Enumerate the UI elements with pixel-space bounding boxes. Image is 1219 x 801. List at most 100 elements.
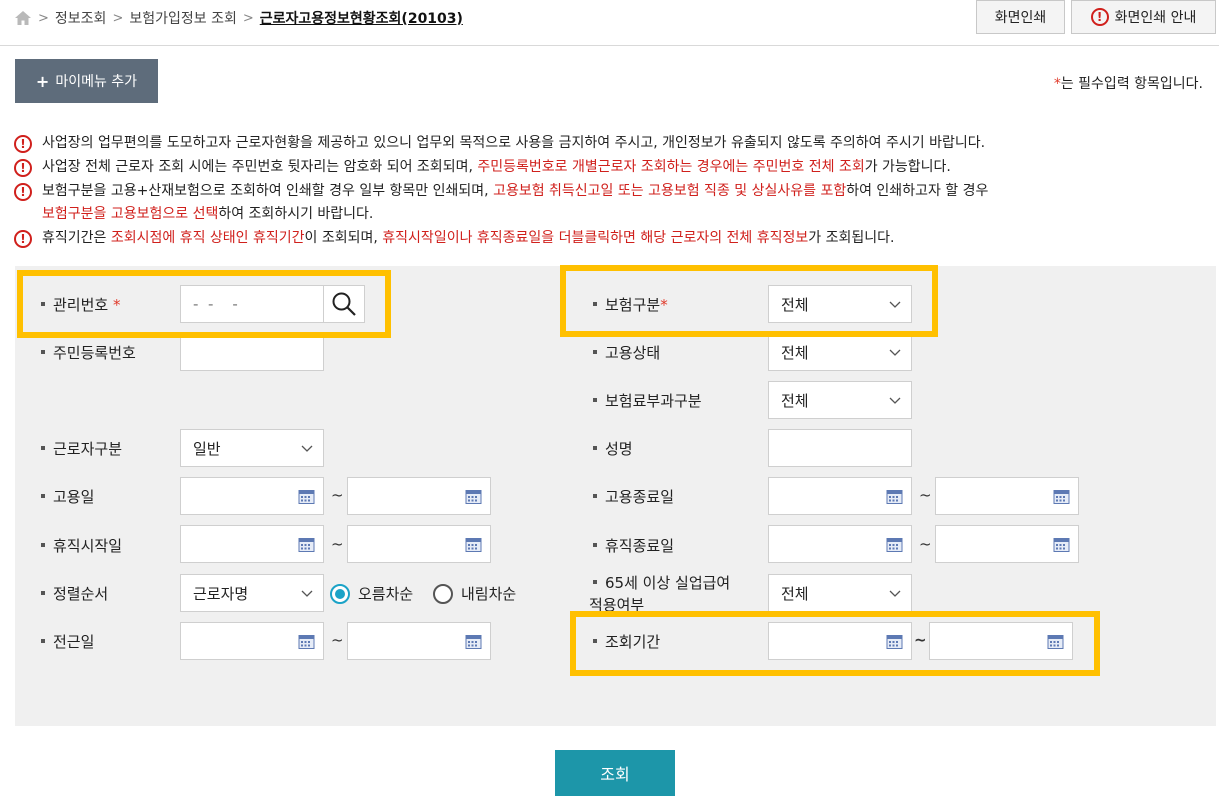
radio-unchecked-icon	[433, 583, 453, 604]
hire-date-to-input[interactable]	[347, 477, 491, 515]
hire-date-label: 고용일	[41, 486, 94, 507]
notice-text-highlight: 주민등록번호로 개별근로자 조회하는 경우에는 주민번호 전체 조회	[477, 159, 865, 175]
notice-text-highlight: 휴직시작일이나 휴직종료일을 더블클릭하면 해당 근로자의 전체 휴직정보	[382, 230, 809, 246]
chevron-right-icon: >	[112, 10, 124, 26]
highlight-box-mgmt-no	[17, 270, 391, 338]
transfer-date-to-input[interactable]	[347, 622, 491, 660]
chevron-right-icon: >	[242, 10, 254, 26]
name-input[interactable]	[768, 429, 912, 467]
notice-text: 보험구분을 고용+산재보험으로 조회하여 인쇄할 경우 일부 항목만 인쇄되며,…	[42, 180, 988, 226]
chevron-down-icon	[889, 397, 901, 404]
required-note-text: 는 필수입력 항목입니다.	[1060, 76, 1203, 92]
sort-desc-radio[interactable]: 내림차순	[433, 583, 516, 604]
query-button-label: 조회	[600, 765, 630, 784]
home-icon[interactable]	[14, 10, 32, 26]
leave-start-label-text: 휴직시작일	[53, 537, 123, 555]
transfer-date-label: 전근일	[41, 631, 94, 652]
calendar-icon[interactable]	[1053, 536, 1070, 553]
leave-start-from-input[interactable]	[180, 525, 324, 563]
print-button[interactable]: 화면인쇄	[976, 0, 1065, 34]
breadcrumb: > 정보조회 > 보험가입정보 조회 > 근로자고용정보현황조회(20103)	[14, 8, 463, 28]
plus-icon: +	[35, 71, 50, 91]
hire-date-label-text: 고용일	[53, 488, 95, 506]
breadcrumb-current: 근로자고용정보현황조회(20103)	[259, 11, 463, 27]
worker-type-select[interactable]: 일반	[180, 429, 324, 467]
query-button[interactable]: 조회	[555, 750, 675, 796]
calendar-icon[interactable]	[465, 536, 482, 553]
range-tilde: ~	[919, 486, 932, 504]
leave-end-label-text: 휴직종료일	[605, 537, 675, 555]
notice-item: ! 휴직기간은 조회시점에 휴직 상태인 휴직기간이 조회되며, 휴직시작일이나…	[14, 227, 1209, 250]
hire-end-date-to-input[interactable]	[935, 477, 1079, 515]
leave-start-to-input[interactable]	[347, 525, 491, 563]
name-label: 성명	[593, 438, 633, 459]
warning-icon: !	[14, 183, 32, 201]
resident-no-input[interactable]	[180, 333, 324, 371]
required-note: *는 필수입력 항목입니다.	[1054, 73, 1203, 93]
hire-date-from-input[interactable]	[180, 477, 324, 515]
chevron-down-icon	[301, 445, 313, 452]
calendar-icon[interactable]	[886, 536, 903, 553]
warning-icon: !	[14, 135, 32, 153]
sort-desc-label: 내림차순	[461, 585, 517, 603]
transfer-date-from-input[interactable]	[180, 622, 324, 660]
notice-text-part: 가 가능합니다.	[864, 159, 951, 175]
premium-type-value: 전체	[781, 391, 809, 410]
employment-status-value: 전체	[781, 343, 809, 362]
premium-type-label: 보험료부과구분	[593, 390, 702, 411]
add-mymenu-button[interactable]: + 마이메뉴 추가	[15, 59, 158, 103]
chevron-down-icon	[889, 349, 901, 356]
print-guide-label: 화면인쇄 안내	[1114, 10, 1197, 26]
notice-text-part: 이 조회되며,	[304, 230, 383, 246]
premium-type-select[interactable]: 전체	[768, 381, 912, 419]
chevron-down-icon	[889, 590, 901, 597]
over65-label: 65세 이상 실업급여	[593, 572, 730, 594]
notice-text-part: 보험구분을 고용+산재보험으로 조회하여 인쇄할 경우 일부 항목만 인쇄되며,	[42, 183, 494, 199]
leave-end-from-input[interactable]	[768, 525, 912, 563]
notice-text-part: 휴직기간은	[42, 230, 111, 246]
print-guide-button[interactable]: ! 화면인쇄 안내	[1071, 0, 1216, 34]
calendar-icon[interactable]	[465, 633, 482, 650]
hire-end-date-label-text: 고용종료일	[605, 488, 675, 506]
hire-end-date-from-input[interactable]	[768, 477, 912, 515]
notice-text: 사업장의 업무편의를 도모하고자 근로자현황을 제공하고 있으니 업무외 목적으…	[42, 135, 986, 151]
add-mymenu-label: 마이메뉴 추가	[55, 74, 138, 90]
over65-value: 전체	[781, 584, 809, 603]
notice-text-highlight: 고용보험 취득신고일 또는 고용보험 직종 및 상실사유를 포함	[493, 183, 847, 199]
sort-asc-radio[interactable]: 오름차순	[330, 583, 413, 604]
calendar-icon[interactable]	[298, 633, 315, 650]
employment-status-select[interactable]: 전체	[768, 333, 912, 371]
name-label-text: 성명	[605, 440, 633, 458]
transfer-date-label-text: 전근일	[53, 633, 95, 651]
breadcrumb-item[interactable]: 보험가입정보 조회	[129, 8, 237, 28]
range-tilde: ~	[331, 486, 344, 504]
leave-end-to-input[interactable]	[935, 525, 1079, 563]
breadcrumb-item[interactable]: 정보조회	[55, 8, 107, 28]
calendar-icon[interactable]	[298, 488, 315, 505]
notice-text: 사업장 전체 근로자 조회 시에는 주민번호 뒷자리는 암호화 되어 조회되며,…	[42, 156, 951, 179]
notice-item: ! 사업장의 업무편의를 도모하고자 근로자현황을 제공하고 있으니 업무외 목…	[14, 132, 1209, 155]
notice-text-part: 하여 인쇄하고자 할 경우	[846, 183, 989, 199]
highlight-box-insurance-type	[560, 265, 938, 337]
leave-end-label: 휴직종료일	[593, 535, 674, 556]
calendar-icon[interactable]	[465, 488, 482, 505]
notice-text: 휴직기간은 조회시점에 휴직 상태인 휴직기간이 조회되며, 휴직시작일이나 휴…	[42, 227, 894, 250]
sort-order-select[interactable]: 근로자명	[180, 574, 324, 612]
top-bar: > 정보조회 > 보험가입정보 조회 > 근로자고용정보현황조회(20103) …	[0, 0, 1219, 46]
calendar-icon[interactable]	[1053, 488, 1070, 505]
sort-order-label: 정렬순서	[41, 583, 108, 604]
notice-text-part: 하여 조회하시기 바랍니다.	[218, 206, 374, 222]
hire-end-date-label: 고용종료일	[593, 486, 674, 507]
over65-label-line1: 65세 이상 실업급여	[605, 574, 731, 592]
resident-no-label-text: 주민등록번호	[53, 344, 136, 362]
notice-text-part: 사업장 전체 근로자 조회 시에는 주민번호 뒷자리는 암호화 되어 조회되며,	[42, 159, 478, 175]
notice-item: ! 사업장 전체 근로자 조회 시에는 주민번호 뒷자리는 암호화 되어 조회되…	[14, 156, 1209, 179]
range-tilde: ~	[331, 535, 344, 553]
calendar-icon[interactable]	[298, 536, 315, 553]
calendar-icon[interactable]	[886, 488, 903, 505]
worker-type-label-text: 근로자구분	[53, 440, 123, 458]
sort-order-label-text: 정렬순서	[53, 585, 109, 603]
over65-select[interactable]: 전체	[768, 574, 912, 612]
range-tilde: ~	[331, 631, 344, 649]
range-tilde: ~	[919, 535, 932, 553]
